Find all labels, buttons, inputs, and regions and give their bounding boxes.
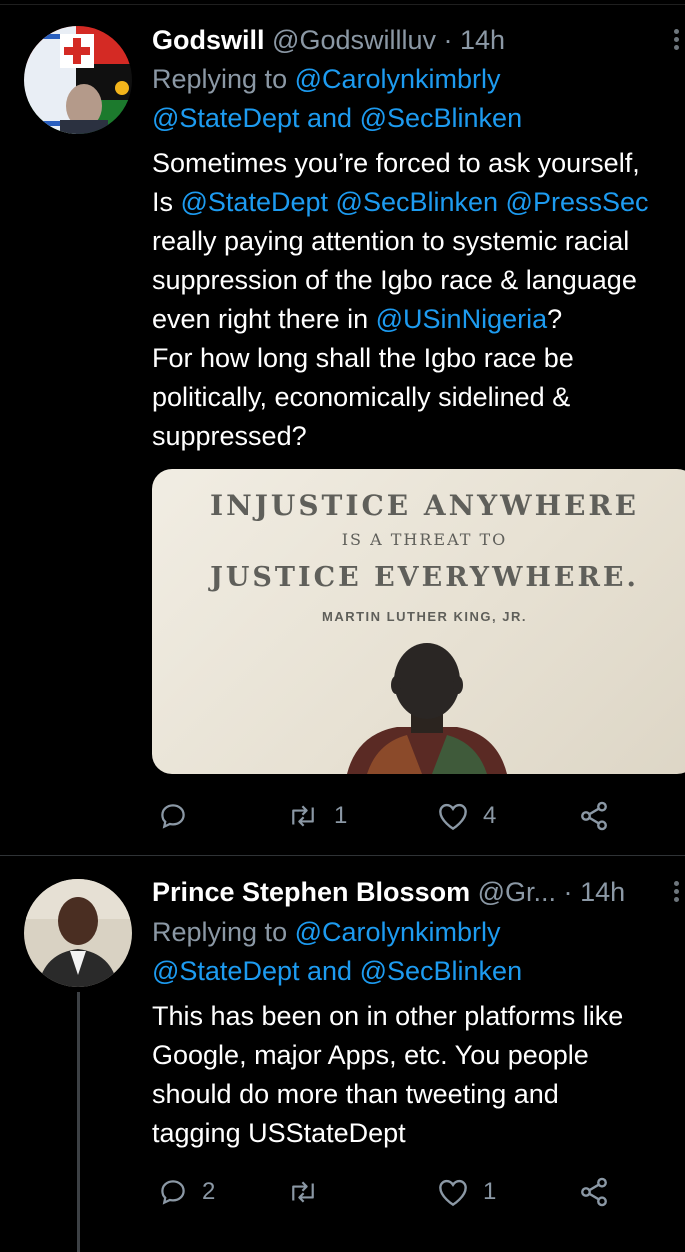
replying-prefix: Replying to — [152, 64, 288, 94]
text-line: For how long shall the Igbo race be — [152, 343, 574, 373]
retweet-button[interactable] — [286, 1172, 334, 1212]
text-line: This has been on in other platforms like — [152, 1001, 624, 1031]
tweet-image[interactable]: INJUSTICE ANYWHERE IS A THREAT TO JUSTIC… — [152, 469, 685, 774]
image-text-line: INJUSTICE ANYWHERE — [209, 489, 640, 522]
timestamp[interactable]: 14h — [460, 25, 505, 55]
and-text: and — [307, 956, 353, 986]
tweet-actions: 2 1 — [0, 1172, 685, 1212]
like-button[interactable]: 1 — [437, 1172, 496, 1212]
text-line: should do more than tweeting and — [152, 1079, 559, 1109]
text-line: tagging USStateDept — [152, 1118, 406, 1148]
retweet-count: 1 — [334, 802, 348, 829]
share-button[interactable] — [578, 1172, 610, 1212]
mention-link[interactable]: @Carolynkimbrly — [295, 917, 501, 947]
share-icon — [581, 1177, 607, 1207]
more-icon[interactable] — [669, 878, 683, 908]
separator-dot: · — [563, 877, 573, 907]
tweet-2[interactable]: Prince Stephen Blossom @Gr... · 14h Repl… — [0, 856, 685, 1252]
text-line: Sometimes you’re forced to ask yourself, — [152, 148, 640, 178]
reply-button[interactable]: 2 — [158, 1172, 215, 1212]
text-part: even right there in — [152, 304, 376, 334]
text-line: politically, economically sidelined & — [152, 382, 571, 412]
display-name[interactable]: Godswill — [152, 25, 265, 55]
display-name[interactable]: Prince Stephen Blossom — [152, 877, 470, 907]
mention-link[interactable]: @SecBlinken — [360, 103, 523, 133]
avatar[interactable] — [24, 26, 132, 134]
avatar-image — [24, 879, 132, 987]
reply-icon — [161, 804, 185, 829]
replying-to: Replying to @Carolynkimbrly — [152, 60, 501, 99]
replying-to: Replying to @Carolynkimbrly — [152, 913, 501, 952]
mention-link[interactable]: @Carolynkimbrly — [295, 64, 501, 94]
like-count: 4 — [483, 802, 497, 829]
image-text-line: IS A THREAT TO — [341, 530, 508, 549]
text-part: Is — [152, 187, 181, 217]
avatar-image — [24, 26, 132, 134]
user-handle[interactable]: @Godswillluv — [272, 25, 436, 55]
retweet-icon — [292, 1181, 314, 1203]
person-illustration — [347, 643, 507, 774]
like-count: 1 — [483, 1178, 497, 1205]
replying-to-cont: @StateDept and @SecBlinken — [152, 99, 522, 138]
text-line: Google, major Apps, etc. You people — [152, 1040, 589, 1070]
replying-to-cont: @StateDept and @SecBlinken — [152, 952, 522, 991]
image-text-line: JUSTICE EVERYWHERE. — [210, 562, 639, 593]
timestamp[interactable]: 14h — [580, 877, 625, 907]
text-line: Is @StateDept @SecBlinken @PressSec — [152, 183, 685, 222]
text-line: suppression of the Igbo race & language — [152, 265, 637, 295]
replying-prefix: Replying to — [152, 917, 288, 947]
and-text: and — [307, 103, 353, 133]
text-part: ? — [547, 304, 563, 334]
reply-count: 2 — [202, 1178, 216, 1205]
tweet-text: Sometimes you’re forced to ask yourself,… — [152, 144, 685, 456]
share-icon — [581, 801, 607, 831]
tweet-text: This has been on in other platforms like… — [152, 997, 685, 1153]
share-button[interactable] — [578, 796, 610, 836]
text-line: really paying attention to systemic raci… — [152, 226, 630, 256]
tweet-header: Prince Stephen Blossom @Gr... · 14h — [152, 872, 649, 912]
avatar[interactable] — [24, 879, 132, 987]
reply-icon — [161, 1180, 185, 1205]
image-text-line: MARTIN LUTHER KING, JR. — [322, 609, 527, 624]
mention-link[interactable]: @StateDept — [152, 956, 300, 986]
mention-link[interactable]: @StateDept — [152, 103, 300, 133]
tweet-1[interactable]: Godswill @Godswillluv · 14h Replying to … — [0, 0, 685, 855]
thread-line — [77, 992, 80, 1252]
text-line: even right there in @USinNigeria? — [152, 300, 685, 339]
separator-dot: · — [443, 25, 453, 55]
tweet-header: Godswill @Godswillluv · 14h — [152, 20, 673, 60]
text-line: suppressed? — [152, 421, 307, 451]
user-handle[interactable]: @Gr... — [478, 877, 556, 907]
reply-button[interactable] — [158, 796, 202, 836]
more-icon[interactable] — [669, 26, 683, 56]
mention-link[interactable]: @SecBlinken — [360, 956, 523, 986]
retweet-icon — [292, 805, 314, 827]
like-button[interactable]: 4 — [437, 796, 496, 836]
retweet-button[interactable]: 1 — [286, 796, 347, 836]
mention-link[interactable]: @StateDept — [181, 187, 329, 217]
like-icon — [439, 1179, 467, 1207]
mention-link[interactable]: @PressSec — [506, 187, 649, 217]
like-icon — [439, 803, 467, 831]
tweet-actions: 1 4 — [0, 796, 685, 836]
mention-link[interactable]: @USinNigeria — [376, 304, 547, 334]
mention-link[interactable]: @SecBlinken — [336, 187, 499, 217]
